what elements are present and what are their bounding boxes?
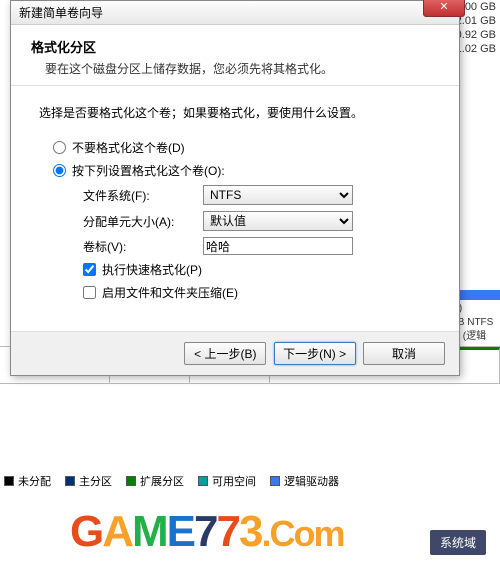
radio-format-row[interactable]: 按下列设置格式化这个卷(O): xyxy=(53,162,431,179)
button-bar: < 上一步(B) 下一步(N) > 取消 xyxy=(11,331,459,375)
alloc-select[interactable]: 默认值 xyxy=(203,211,353,231)
compress-checkbox[interactable] xyxy=(83,286,96,299)
quick-format-row[interactable]: 执行快速格式化(P) xyxy=(83,261,431,278)
instruction-text: 选择是否要格式化这个卷；如果要格式化，要使用什么设置。 xyxy=(39,104,431,121)
watermark-badge: 系统域 xyxy=(430,530,486,555)
filesystem-select[interactable]: NTFS xyxy=(203,185,353,205)
compress-row[interactable]: 启用文件和文件夹压缩(E) xyxy=(83,284,431,301)
radio-no-format-label: 不要格式化这个卷(D) xyxy=(72,139,185,156)
partition-legend: 未分配 主分区 扩展分区 可用空间 逻辑驱动器 xyxy=(4,473,339,489)
watermark-logo: GAME773.Com xyxy=(70,507,343,557)
alloc-label: 分配单元大小(A): xyxy=(83,213,203,230)
swatch-logical-icon xyxy=(270,476,280,486)
dialog-body: 选择是否要格式化这个卷；如果要格式化，要使用什么设置。 不要格式化这个卷(D) … xyxy=(11,86,459,331)
radio-format[interactable] xyxy=(53,164,66,177)
volume-label: 卷标(V): xyxy=(83,238,203,255)
compress-label: 启用文件和文件夹压缩(E) xyxy=(102,284,238,301)
swatch-free-icon xyxy=(198,476,208,486)
alloc-row: 分配单元大小(A): 默认值 xyxy=(83,211,431,231)
swatch-extended-icon xyxy=(126,476,136,486)
quick-format-label: 执行快速格式化(P) xyxy=(102,261,202,278)
quick-format-checkbox[interactable] xyxy=(83,263,96,276)
radio-format-label: 按下列设置格式化这个卷(O): xyxy=(72,162,225,179)
cancel-button[interactable]: 取消 xyxy=(363,342,445,365)
radio-no-format[interactable] xyxy=(53,141,66,154)
wizard-dialog: ✕ 新建简单卷向导 格式化分区 要在这个磁盘分区上储存数据，您必须先将其格式化。… xyxy=(10,0,460,376)
dialog-header: 格式化分区 要在这个磁盘分区上储存数据，您必须先将其格式化。 xyxy=(11,25,459,86)
swatch-primary-icon xyxy=(65,476,75,486)
back-button[interactable]: < 上一步(B) xyxy=(184,342,266,365)
close-icon[interactable]: ✕ xyxy=(423,0,465,17)
filesystem-label: 文件系统(F): xyxy=(83,187,203,204)
swatch-unallocated-icon xyxy=(4,476,14,486)
filesystem-row: 文件系统(F): NTFS xyxy=(83,185,431,205)
next-button[interactable]: 下一步(N) > xyxy=(274,342,356,365)
section-desc: 要在这个磁盘分区上储存数据，您必须先将其格式化。 xyxy=(45,60,439,77)
section-title: 格式化分区 xyxy=(31,37,439,56)
volume-row: 卷标(V): xyxy=(83,237,431,255)
radio-no-format-row[interactable]: 不要格式化这个卷(D) xyxy=(53,139,431,156)
dialog-title: 新建简单卷向导 xyxy=(11,1,459,25)
volume-input[interactable] xyxy=(203,237,353,255)
